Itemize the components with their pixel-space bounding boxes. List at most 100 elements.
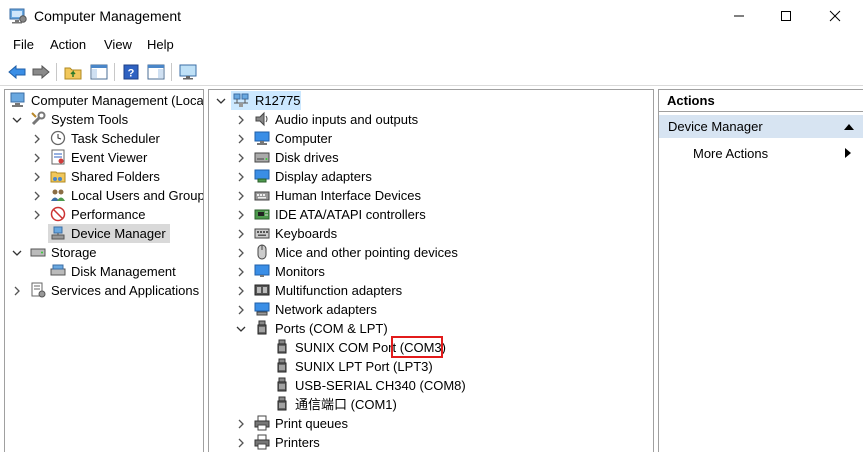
tree-item-device-manager[interactable]: Device Manager bbox=[5, 224, 203, 243]
chevron-right-icon[interactable] bbox=[235, 300, 247, 319]
device-category-network[interactable]: Network adapters bbox=[209, 300, 653, 319]
tree-item-local-users-groups[interactable]: Local Users and Groups bbox=[5, 186, 203, 205]
actions-header: Actions bbox=[659, 90, 863, 112]
chevron-right-icon[interactable] bbox=[235, 167, 247, 186]
chevron-right-icon[interactable] bbox=[31, 129, 43, 148]
ide-controller-icon bbox=[254, 209, 270, 220]
device-category-multifunction[interactable]: Multifunction adapters bbox=[209, 281, 653, 300]
chevron-right-icon[interactable] bbox=[235, 186, 247, 205]
tree-label: SUNIX LPT Port (LPT3) bbox=[295, 359, 433, 374]
device-tree-pane: R12775 Audio inputs and outputs Computer… bbox=[208, 89, 654, 452]
tools-icon bbox=[31, 111, 46, 126]
device-category-print-queues[interactable]: Print queues bbox=[209, 414, 653, 433]
chevron-right-icon[interactable] bbox=[235, 148, 247, 167]
port-item-com1[interactable]: 通信端口 (COM1) bbox=[209, 395, 653, 414]
device-category-keyboards[interactable]: Keyboards bbox=[209, 224, 653, 243]
tree-label: Task Scheduler bbox=[71, 131, 160, 146]
device-category-ide[interactable]: IDE ATA/ATAPI controllers bbox=[209, 205, 653, 224]
chevron-right-icon[interactable] bbox=[235, 243, 247, 262]
tree-item-task-scheduler[interactable]: Task Scheduler bbox=[5, 129, 203, 148]
forward-arrow-icon bbox=[32, 65, 50, 79]
keyboard-icon bbox=[254, 228, 270, 239]
device-manager-icon bbox=[51, 226, 65, 240]
forward-button[interactable] bbox=[30, 61, 52, 83]
tree-item-root[interactable]: Computer Management (Local bbox=[5, 91, 203, 110]
help-button[interactable]: ? bbox=[120, 61, 142, 83]
menu-view[interactable]: View bbox=[104, 37, 132, 52]
properties-icon bbox=[147, 64, 165, 80]
network-adapter-icon bbox=[254, 302, 270, 316]
up-level-button[interactable] bbox=[62, 61, 84, 83]
tree-item-shared-folders[interactable]: Shared Folders bbox=[5, 167, 203, 186]
properties-button[interactable] bbox=[145, 61, 167, 83]
menu-bar: File Action View Help bbox=[0, 34, 863, 56]
chevron-down-icon[interactable] bbox=[215, 91, 227, 110]
window-title: Computer Management bbox=[34, 8, 182, 24]
chevron-right-icon[interactable] bbox=[235, 433, 247, 452]
device-category-audio[interactable]: Audio inputs and outputs bbox=[209, 110, 653, 129]
more-actions-item[interactable]: More Actions bbox=[693, 144, 768, 163]
device-category-monitors[interactable]: Monitors bbox=[209, 262, 653, 281]
chevron-down-icon[interactable] bbox=[11, 110, 23, 129]
chevron-right-icon[interactable] bbox=[235, 129, 247, 148]
chevron-right-icon[interactable] bbox=[235, 262, 247, 281]
tree-label: Disk drives bbox=[275, 150, 339, 165]
minimize-button[interactable] bbox=[716, 0, 762, 32]
collapse-up-icon[interactable] bbox=[844, 123, 854, 130]
chevron-down-icon[interactable] bbox=[11, 243, 23, 262]
tree-label: IDE ATA/ATAPI controllers bbox=[275, 207, 426, 222]
tree-item-performance[interactable]: Performance bbox=[5, 205, 203, 224]
device-category-computer[interactable]: Computer bbox=[209, 129, 653, 148]
chevron-right-icon[interactable] bbox=[235, 205, 247, 224]
monitor-button[interactable] bbox=[177, 61, 199, 83]
chevron-right-icon[interactable] bbox=[235, 414, 247, 433]
device-category-mice[interactable]: Mice and other pointing devices bbox=[209, 243, 653, 262]
menu-action[interactable]: Action bbox=[50, 37, 86, 52]
maximize-icon bbox=[781, 11, 791, 21]
tree-label: Human Interface Devices bbox=[275, 188, 421, 203]
tree-label: Network adapters bbox=[275, 302, 377, 317]
menu-file[interactable]: File bbox=[13, 37, 34, 52]
actions-pane: Actions Device Manager More Actions bbox=[658, 89, 863, 452]
chevron-right-icon[interactable] bbox=[235, 224, 247, 243]
chevron-right-icon[interactable] bbox=[235, 110, 247, 129]
tree-item-disk-management[interactable]: Disk Management bbox=[5, 262, 203, 281]
tree-label: Print queues bbox=[275, 416, 348, 431]
device-category-printers[interactable]: Printers bbox=[209, 433, 653, 452]
actions-section-device-manager[interactable]: Device Manager bbox=[659, 115, 863, 138]
tree-item-event-viewer[interactable]: Event Viewer bbox=[5, 148, 203, 167]
event-viewer-icon bbox=[51, 149, 65, 165]
back-button[interactable] bbox=[6, 61, 28, 83]
title-bar: Computer Management bbox=[0, 0, 863, 32]
tree-item-system-tools[interactable]: System Tools bbox=[5, 110, 203, 129]
device-tree-root[interactable]: R12775 bbox=[209, 91, 653, 110]
back-arrow-icon bbox=[8, 65, 26, 79]
chevron-right-icon[interactable] bbox=[31, 186, 43, 205]
menu-help[interactable]: Help bbox=[147, 37, 174, 52]
close-button[interactable] bbox=[812, 0, 858, 32]
chevron-right-icon[interactable] bbox=[31, 205, 43, 224]
chevron-right-icon[interactable] bbox=[31, 148, 43, 167]
maximize-button[interactable] bbox=[763, 0, 809, 32]
svg-text:?: ? bbox=[128, 68, 135, 80]
chevron-right-icon[interactable] bbox=[235, 281, 247, 300]
shared-folder-icon bbox=[50, 171, 66, 183]
users-icon bbox=[51, 189, 65, 201]
port-icon bbox=[257, 320, 267, 335]
monitor-icon bbox=[254, 264, 270, 277]
tree-item-storage[interactable]: Storage bbox=[5, 243, 203, 262]
show-hide-tree-button[interactable] bbox=[88, 61, 110, 83]
mouse-icon bbox=[257, 244, 267, 260]
chevron-down-icon[interactable] bbox=[235, 319, 247, 338]
port-item-ch340-com8[interactable]: USB-SERIAL CH340 (COM8) bbox=[209, 376, 653, 395]
tree-item-services-applications[interactable]: Services and Applications bbox=[5, 281, 203, 300]
more-actions-label: More Actions bbox=[693, 146, 769, 161]
port-item-sunix-lpt3[interactable]: SUNIX LPT Port (LPT3) bbox=[209, 357, 653, 376]
chevron-right-icon[interactable] bbox=[31, 167, 43, 186]
port-icon bbox=[277, 358, 287, 373]
actions-section-label: Device Manager bbox=[668, 119, 763, 134]
device-category-display-adapters[interactable]: Display adapters bbox=[209, 167, 653, 186]
chevron-right-icon[interactable] bbox=[11, 281, 23, 300]
device-category-hid[interactable]: Human Interface Devices bbox=[209, 186, 653, 205]
device-category-disk-drives[interactable]: Disk drives bbox=[209, 148, 653, 167]
